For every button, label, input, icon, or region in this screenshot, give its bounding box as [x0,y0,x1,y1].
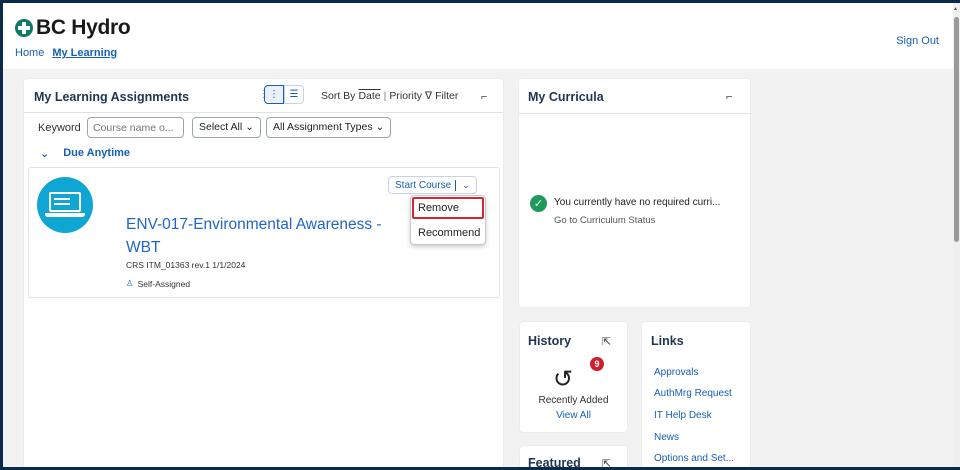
assignment-types-label: All Assignment Types [273,121,373,133]
laptop-screen-line [54,203,70,205]
list-view-icon[interactable]: ☰ [284,85,304,104]
curricula-message: You currently have no required curri... [554,197,721,208]
chevron-down-icon: ⌄ [245,121,254,133]
learning-assignments-panel: My Learning Assignments ⋮⋮⋮ ☰ Sort By Da… [24,79,503,467]
external-link-icon[interactable]: ⇱ [602,457,611,467]
grid-view-icon[interactable]: ⋮⋮⋮ [259,85,289,104]
start-course-button[interactable]: Start Course [389,179,457,191]
laptop-screen-line [54,198,70,200]
history-label: Recently Added [538,395,609,406]
expand-icon[interactable]: ⌐ [481,91,487,103]
link-options-settings[interactable]: Options and Set... [654,453,734,464]
history-panel: History ⇱ ↺ 9 Recently Added View All [520,322,627,432]
link-news[interactable]: News [654,432,679,443]
history-view-all-link[interactable]: View All [520,410,627,421]
brand-name: BC Hydro [36,16,131,39]
panel-title: My Curricula [528,90,604,104]
page-scrollbar[interactable]: ▲ [953,3,960,467]
menu-item-recommend[interactable]: Recommend [418,227,480,239]
assignment-types-dropdown[interactable]: All Assignment Types ⌄ [266,117,392,138]
panel-title: My Learning Assignments [34,90,190,104]
person-icon: ♙ [126,278,134,288]
link-authmrg-request[interactable]: AuthMrg Request [654,388,732,399]
sort-priority[interactable]: Priority [389,90,422,102]
panel-title: Links [651,334,684,348]
curriculum-status-link[interactable]: Go to Curriculum Status [554,215,655,226]
nav-my-learning[interactable]: My Learning [52,47,117,59]
filter-button[interactable]: Filter [435,90,458,102]
view-toggle: ⋮⋮⋮ ☰ [259,85,304,104]
sign-out-link[interactable]: Sign Out [896,35,939,47]
history-count-badge: 9 [590,357,604,371]
keyword-label: Keyword [38,122,81,134]
brand-logo[interactable]: BC Hydro [15,16,131,40]
select-all-dropdown[interactable]: Select All ⌄ [192,117,261,138]
header: BC Hydro Home My Learning Sign Out [3,3,953,69]
curricula-panel: My Curricula ⌐ ✓ You currently have no r… [519,79,750,307]
assigned-label: Self-Assigned [137,278,191,289]
select-all-label: Select All [199,121,243,133]
nav-home[interactable]: Home [15,47,44,59]
scroll-up-icon[interactable]: ▲ [953,6,958,12]
menu-item-remove[interactable]: Remove [418,202,459,214]
divider [519,113,750,114]
panel-title: Featured [528,456,581,467]
expand-icon[interactable]: ⌐ [726,91,732,103]
sort-separator: | [383,90,387,102]
panel-title: History [528,334,572,348]
assigned-status: ♙ Self-Assigned [126,278,190,289]
course-title-link[interactable]: ENV-017-Environmental Awareness - WBT [126,213,386,259]
sort-bar: Sort By Date | Priority ∇ Filter [321,90,458,102]
chevron-down-icon[interactable]: ⌄ [456,180,476,191]
chevron-down-icon: ⌄ [40,148,50,160]
laptop-screen [49,192,81,212]
divider [24,112,503,113]
history-icon: ↺ [553,366,574,393]
keyword-search-input[interactable] [87,117,184,138]
check-circle-icon: ✓ [530,195,547,212]
laptop-icon [37,177,93,233]
sort-date[interactable]: Date [358,90,380,102]
start-course-split-button: Start Course ⌄ [388,176,477,194]
logo-icon [15,19,33,37]
external-link-icon[interactable]: ⇱ [602,335,611,348]
breadcrumb-nav: Home My Learning [15,47,117,59]
scrollbar-thumb[interactable] [954,17,959,242]
course-actions-menu: Remove Recommend [410,195,486,245]
due-group-toggle[interactable]: ⌄ Due Anytime [40,147,130,160]
featured-panel: Featured ⇱ [520,446,627,467]
laptop-base [45,213,85,217]
due-group-label: Due Anytime [63,147,131,159]
filter-icon[interactable]: ∇ [425,90,432,102]
links-panel: Links Approvals AuthMrg Request IT Help … [642,322,750,467]
course-meta: CRS ITM_01363 rev.1 1/1/2024 [126,260,246,270]
sort-by-label: Sort By [321,90,356,102]
link-it-help-desk[interactable]: IT Help Desk [654,410,712,421]
app-frame: BC Hydro Home My Learning Sign Out My Le… [3,3,953,467]
chevron-down-icon: ⌄ [375,121,385,133]
link-approvals[interactable]: Approvals [654,367,698,378]
